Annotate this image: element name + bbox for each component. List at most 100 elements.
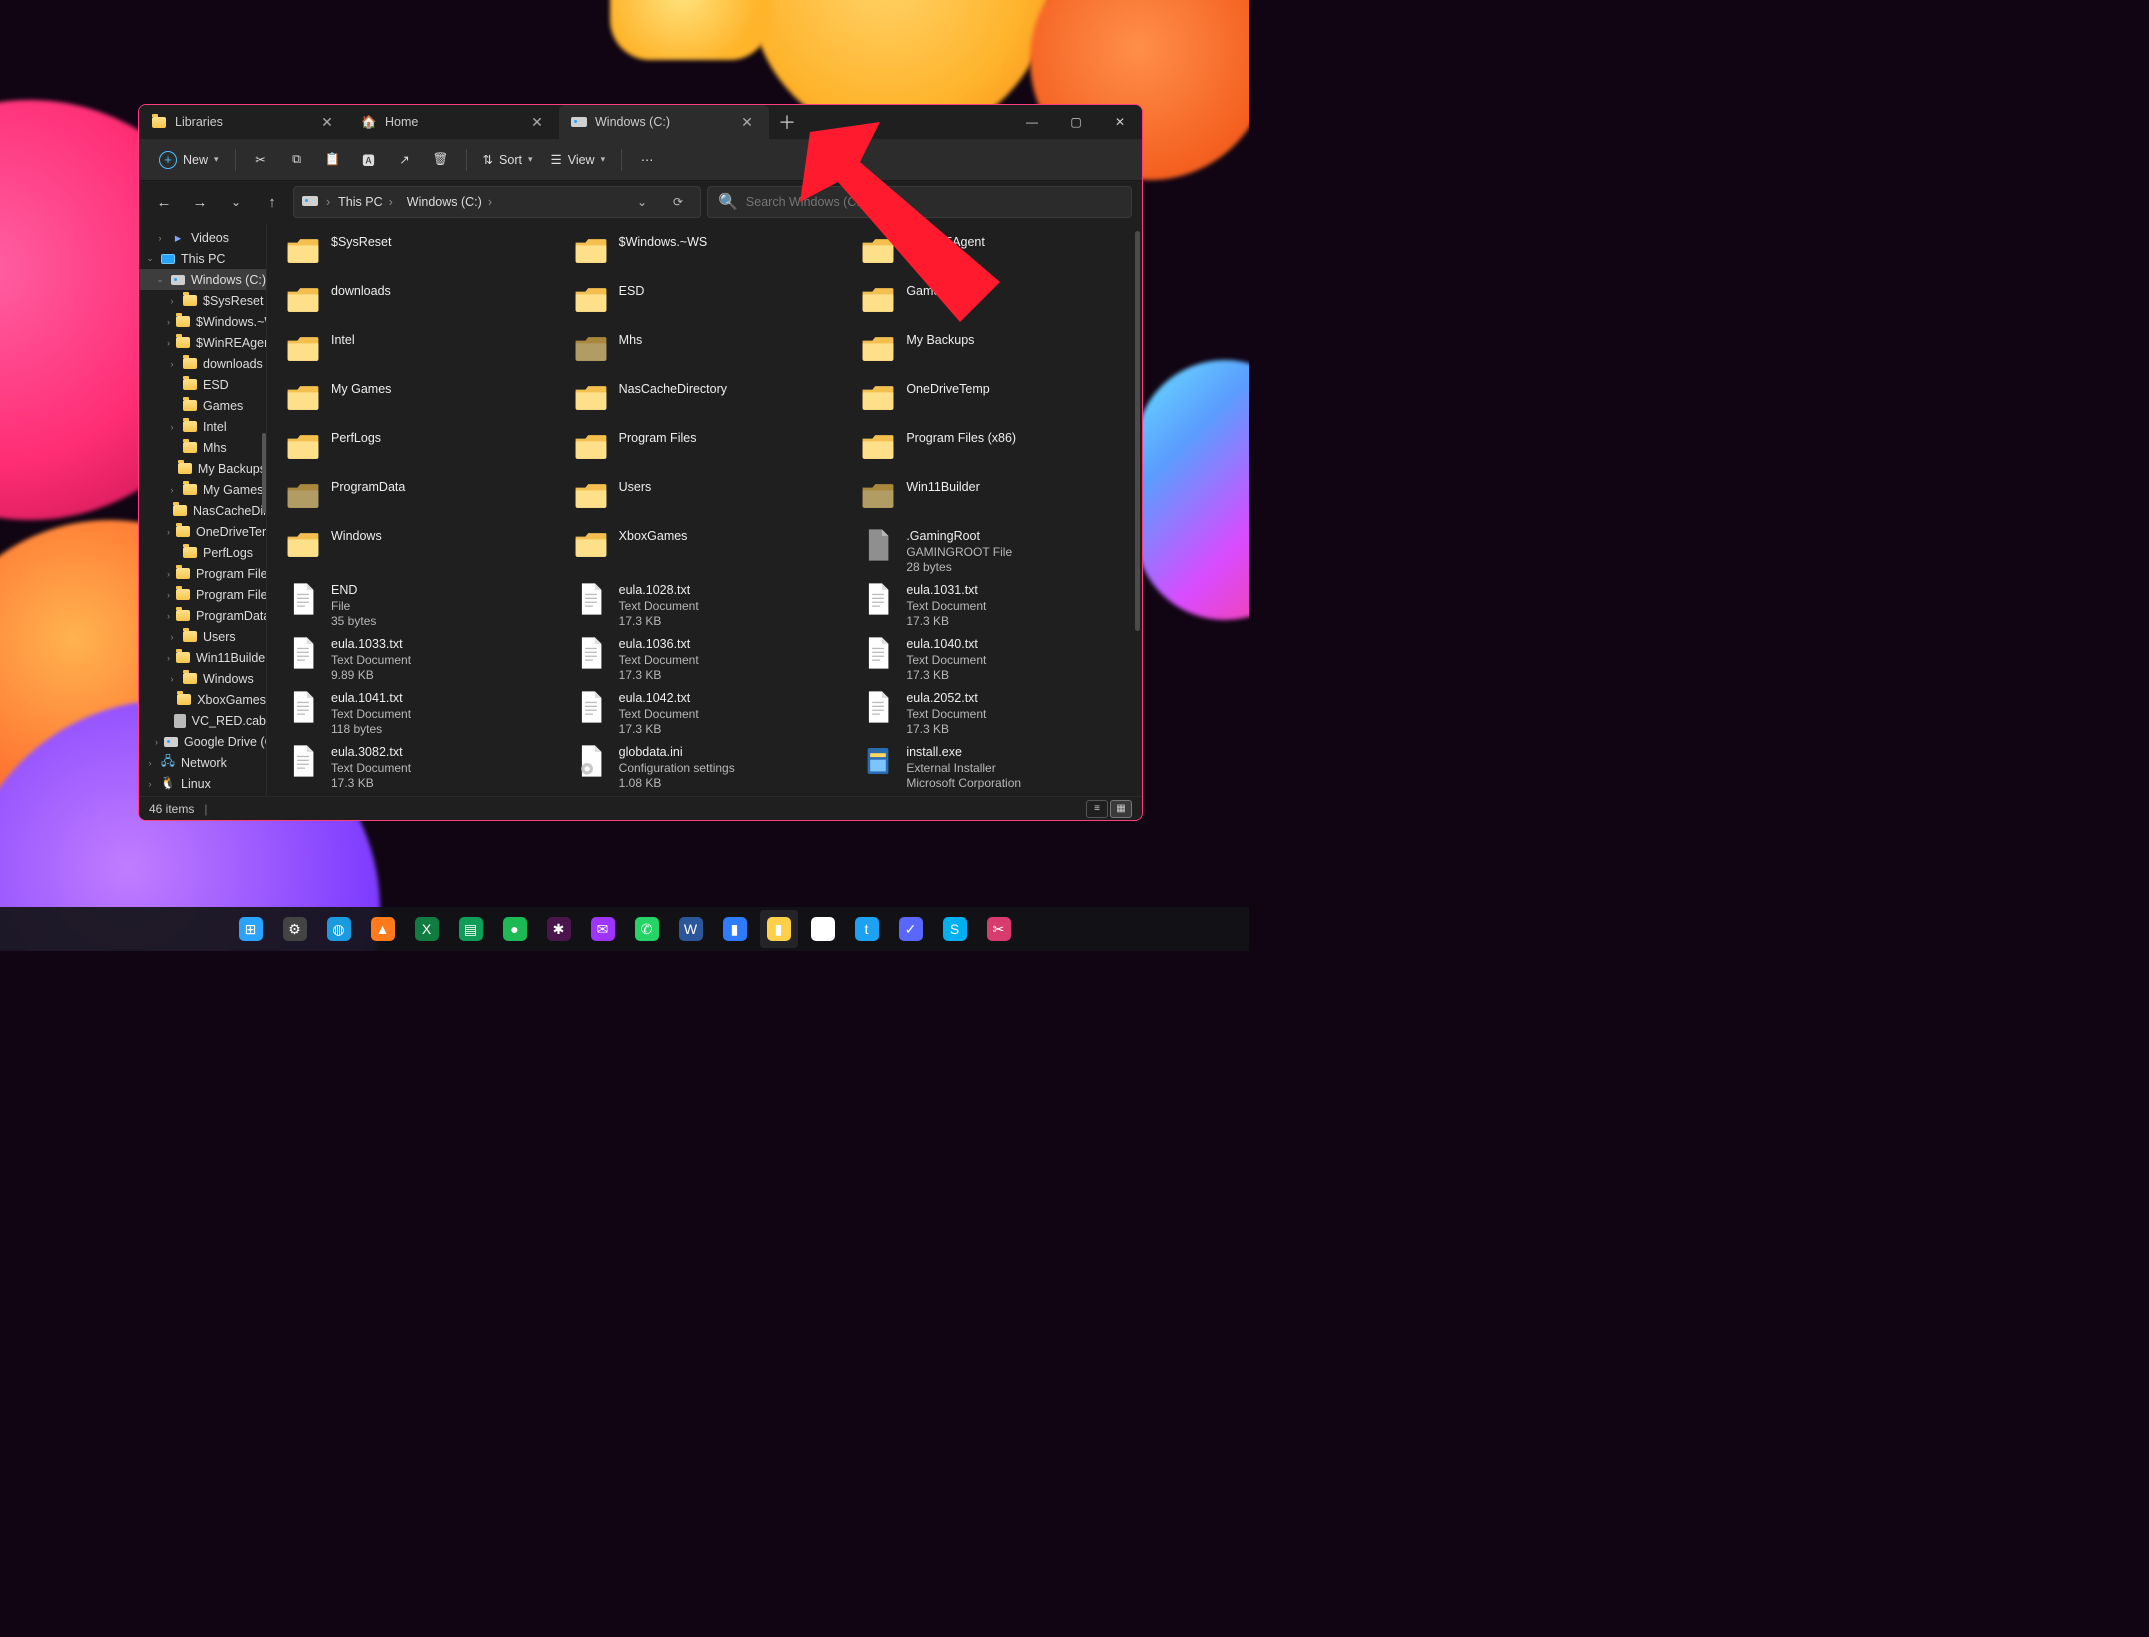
taskbar-slack[interactable]: ✱ bbox=[540, 910, 578, 948]
folder-item[interactable]: NasCacheDirectory bbox=[573, 378, 851, 427]
taskbar-chrome[interactable]: ◉ bbox=[804, 910, 842, 948]
file-item[interactable]: eula.2052.txtText Document17.3 KB bbox=[860, 687, 1138, 741]
tree-item[interactable]: PerfLogs bbox=[139, 542, 266, 563]
tab-close-icon[interactable]: ✕ bbox=[315, 110, 339, 134]
breadcrumb[interactable]: This PC bbox=[338, 195, 399, 209]
tree-caret-icon[interactable]: › bbox=[155, 737, 158, 747]
forward-button[interactable]: → bbox=[185, 187, 215, 217]
tree-item[interactable]: ›My Games bbox=[139, 479, 266, 500]
tree-item[interactable]: ›Google Drive (G:) bbox=[139, 731, 266, 752]
tree-caret-icon[interactable]: › bbox=[167, 611, 170, 621]
file-item[interactable]: eula.1028.txtText Document17.3 KB bbox=[573, 579, 851, 633]
tree-item[interactable]: ›Win11Builder bbox=[139, 647, 266, 668]
tree-caret-icon[interactable]: ⌄ bbox=[155, 274, 165, 285]
tree-item[interactable]: NasCacheDirectory bbox=[139, 500, 266, 521]
tree-item[interactable]: XboxGames bbox=[139, 689, 266, 710]
folder-item[interactable]: $WinREAgent bbox=[860, 231, 1138, 280]
cut-button[interactable]: ✂ bbox=[244, 146, 278, 173]
refresh-button[interactable]: ⟳ bbox=[664, 195, 692, 209]
taskbar-messenger[interactable]: ✉ bbox=[584, 910, 622, 948]
taskbar[interactable]: ⊞⚙◍▲X▤●✱✉✆W▮▮◉t✓S✂ bbox=[0, 907, 1249, 951]
folder-item[interactable]: Program Files bbox=[573, 427, 851, 476]
tab-home[interactable]: 🏠 Home ✕ bbox=[349, 105, 559, 139]
file-item[interactable]: eula.3082.txtText Document17.3 KB bbox=[285, 741, 563, 795]
tree-caret-icon[interactable]: › bbox=[167, 359, 177, 369]
address-bar[interactable]: › This PC Windows (C:) ⌄ ⟳ bbox=[293, 186, 701, 218]
folder-item[interactable]: PerfLogs bbox=[285, 427, 563, 476]
folder-item[interactable]: OneDriveTemp bbox=[860, 378, 1138, 427]
tree-item[interactable]: ›Program Files (x86) bbox=[139, 584, 266, 605]
copy-button[interactable]: ⧉ bbox=[280, 146, 314, 173]
file-item[interactable]: eula.1036.txtText Document17.3 KB bbox=[573, 633, 851, 687]
minimize-button[interactable]: ― bbox=[1010, 105, 1054, 139]
tree-caret-icon[interactable]: ⌄ bbox=[145, 253, 155, 264]
taskbar-snip[interactable]: ✂ bbox=[980, 910, 1018, 948]
tree-scrollbar[interactable] bbox=[262, 433, 266, 513]
tree-item[interactable]: ⌄This PC bbox=[139, 248, 266, 269]
tree-caret-icon[interactable]: › bbox=[167, 485, 177, 495]
file-item[interactable]: eula.1041.txtText Document118 bytes bbox=[285, 687, 563, 741]
taskbar-spotify[interactable]: ● bbox=[496, 910, 534, 948]
folder-item[interactable]: Program Files (x86) bbox=[860, 427, 1138, 476]
new-button[interactable]: + New ▾ bbox=[151, 145, 227, 175]
folder-item[interactable]: downloads bbox=[285, 280, 563, 329]
delete-button[interactable]: 🗑 bbox=[424, 146, 458, 173]
taskbar-word[interactable]: W bbox=[672, 910, 710, 948]
tree-caret-icon[interactable]: › bbox=[167, 317, 170, 327]
tree-item[interactable]: ›$SysReset bbox=[139, 290, 266, 311]
rename-button[interactable]: 🅰 bbox=[352, 144, 386, 175]
file-item[interactable]: eula.1040.txtText Document17.3 KB bbox=[860, 633, 1138, 687]
tree-item[interactable]: ›$Windows.~WS bbox=[139, 311, 266, 332]
tree-caret-icon[interactable]: › bbox=[167, 632, 177, 642]
file-item[interactable]: eula.1033.txtText Document9.89 KB bbox=[285, 633, 563, 687]
tree-item[interactable]: Games bbox=[139, 395, 266, 416]
tree-caret-icon[interactable]: › bbox=[167, 569, 170, 579]
file-item[interactable]: globdata.iniConfiguration settings1.08 K… bbox=[573, 741, 851, 795]
address-dropdown[interactable]: ⌄ bbox=[628, 195, 656, 209]
tree-item[interactable]: ›downloads bbox=[139, 353, 266, 374]
details-view-button[interactable]: ≡ bbox=[1086, 800, 1108, 818]
taskbar-start[interactable]: ⊞ bbox=[232, 910, 270, 948]
tab-close-icon[interactable]: ✕ bbox=[525, 110, 549, 134]
tree-item[interactable]: ESD bbox=[139, 374, 266, 395]
share-button[interactable]: ↗ bbox=[388, 146, 422, 173]
recent-button[interactable]: ⌄ bbox=[221, 187, 251, 217]
folder-item[interactable]: $SysReset bbox=[285, 231, 563, 280]
view-button[interactable]: ☰ View ▾ bbox=[543, 146, 614, 173]
tree-item[interactable]: Mhs bbox=[139, 437, 266, 458]
folder-item[interactable]: Windows bbox=[285, 525, 563, 574]
tree-caret-icon[interactable]: › bbox=[145, 779, 155, 789]
tab-windows-c[interactable]: Windows (C:) ✕ bbox=[559, 105, 769, 139]
taskbar-whatsapp[interactable]: ✆ bbox=[628, 910, 666, 948]
file-item[interactable]: .GamingRootGAMINGROOT File28 bytes bbox=[860, 525, 1138, 579]
more-button[interactable]: ⋯ bbox=[630, 146, 664, 173]
maximize-button[interactable]: ▢ bbox=[1054, 105, 1098, 139]
file-item[interactable]: install.exeExternal InstallerMicrosoft C… bbox=[860, 741, 1138, 795]
tree-caret-icon[interactable]: › bbox=[167, 527, 170, 537]
tree-caret-icon[interactable]: › bbox=[167, 422, 177, 432]
tree-item[interactable]: ›OneDriveTemp bbox=[139, 521, 266, 542]
tree-item[interactable]: ›Program Files bbox=[139, 563, 266, 584]
tree-item[interactable]: ›Windows bbox=[139, 668, 266, 689]
up-button[interactable]: ↑ bbox=[257, 187, 287, 217]
folder-item[interactable]: ProgramData bbox=[285, 476, 563, 525]
nav-tree[interactable]: ›▸Videos⌄This PC⌄Windows (C:)›$SysReset›… bbox=[139, 223, 267, 796]
tree-item[interactable]: ›ProgramData bbox=[139, 605, 266, 626]
sort-button[interactable]: ⇅ Sort ▾ bbox=[475, 146, 541, 173]
taskbar-twitter[interactable]: t bbox=[848, 910, 886, 948]
search-input[interactable] bbox=[746, 195, 1121, 209]
tree-item[interactable]: ›Users bbox=[139, 626, 266, 647]
file-item[interactable]: eula.1031.txtText Document17.3 KB bbox=[860, 579, 1138, 633]
taskbar-skype[interactable]: S bbox=[936, 910, 974, 948]
folder-item[interactable]: Users bbox=[573, 476, 851, 525]
tree-item[interactable]: ›🖧Network bbox=[139, 752, 266, 773]
tab-close-icon[interactable]: ✕ bbox=[735, 110, 759, 134]
folder-item[interactable]: ESD bbox=[573, 280, 851, 329]
close-window-button[interactable]: ✕ bbox=[1098, 105, 1142, 139]
tree-item[interactable]: ›Intel bbox=[139, 416, 266, 437]
file-list[interactable]: $SysReset$Windows.~WS$WinREAgentdownload… bbox=[267, 223, 1142, 796]
taskbar-excel[interactable]: X bbox=[408, 910, 446, 948]
taskbar-explorer[interactable]: ▮ bbox=[760, 910, 798, 948]
tree-item[interactable]: VC_RED.cab bbox=[139, 710, 266, 731]
folder-item[interactable]: My Games bbox=[285, 378, 563, 427]
